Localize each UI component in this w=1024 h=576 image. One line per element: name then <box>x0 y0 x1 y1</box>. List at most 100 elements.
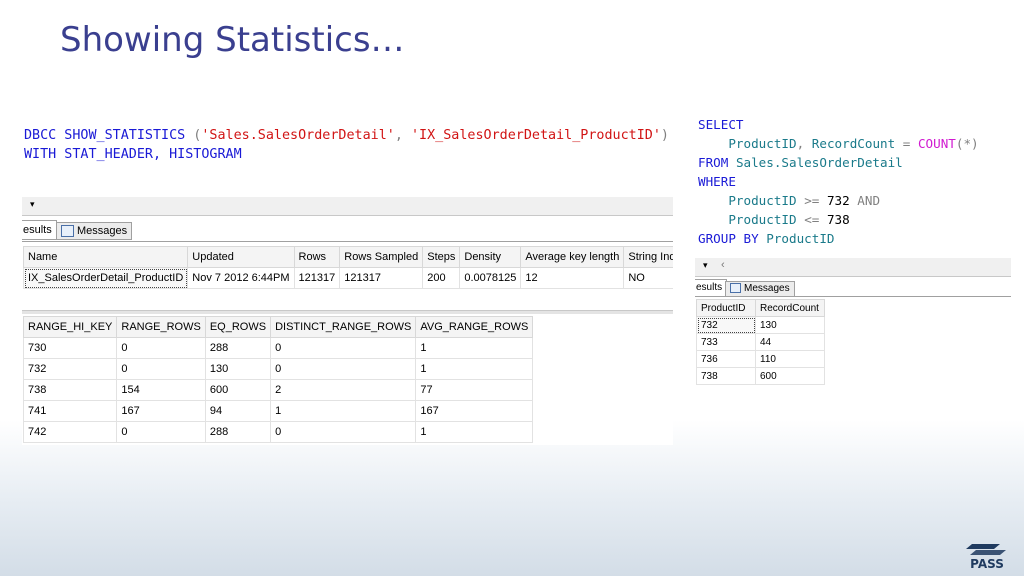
right-sql-code: SELECT ProductID, RecordCount = COUNT(*)… <box>698 115 979 248</box>
table-cell[interactable]: 0 <box>116 421 206 443</box>
table-row[interactable]: 732 0 130 0 1 <box>22 358 534 380</box>
table-cell[interactable]: 732 <box>696 316 756 334</box>
sql-comma: , <box>796 136 805 151</box>
table-cell[interactable]: 0 <box>270 421 417 443</box>
tab-results-label: esults <box>696 282 723 293</box>
table-cell[interactable]: 130 <box>204 358 272 380</box>
table-cell[interactable]: 167 <box>415 400 534 422</box>
sql-with-clause: WITH STAT_HEADER, HISTOGRAM <box>24 147 242 162</box>
column-header[interactable]: RANGE_ROWS <box>116 316 206 338</box>
grid-splitter[interactable] <box>22 310 673 314</box>
dropdown-arrow-icon[interactable]: ▾ <box>30 199 35 210</box>
pass-logo: PASS <box>964 542 1010 571</box>
tab-results[interactable]: esults <box>22 220 57 240</box>
table-cell[interactable]: 738 <box>696 367 756 385</box>
table-cell[interactable]: 732 <box>22 358 118 380</box>
tab-messages[interactable]: Messages <box>56 222 133 240</box>
sql-select: SELECT <box>698 117 744 132</box>
table-cell[interactable]: 44 <box>755 333 825 351</box>
sql-eq: = <box>902 136 911 151</box>
table-cell[interactable]: 167 <box>116 400 206 422</box>
table-row[interactable]: 732 130 <box>696 316 825 334</box>
results-tabs: esults Messages <box>22 220 673 240</box>
table-cell[interactable]: 110 <box>755 350 825 368</box>
table-cell[interactable]: NO <box>623 267 673 289</box>
table-cell[interactable]: 130 <box>755 316 825 334</box>
column-header[interactable]: AVG_RANGE_ROWS <box>415 316 534 338</box>
column-header[interactable]: Rows <box>293 246 341 268</box>
column-header[interactable]: String Index <box>623 246 673 268</box>
sql-count-arg: (*) <box>955 136 979 151</box>
table-row[interactable]: IX_SalesOrderDetail_ProductID Nov 7 2012… <box>22 267 673 289</box>
table-cell[interactable]: 2 <box>270 379 417 401</box>
messages-icon <box>61 225 74 238</box>
sql-gte: >= <box>804 193 820 208</box>
table-row[interactable]: 741 167 94 1 167 <box>22 400 534 422</box>
column-header[interactable]: Density <box>459 246 522 268</box>
table-cell[interactable]: 0 <box>270 337 417 359</box>
column-header[interactable]: Rows Sampled <box>339 246 424 268</box>
table-cell[interactable]: 1 <box>415 421 534 443</box>
stat-header-table: Name Updated Rows Rows Sampled Steps Den… <box>22 246 673 289</box>
column-header[interactable]: RANGE_HI_KEY <box>22 316 118 338</box>
table-header-row: ProductID RecordCount <box>696 299 825 317</box>
table-row[interactable]: 738 600 <box>696 367 825 385</box>
sql-string-table: 'Sales.SalesOrderDetail' <box>201 128 395 143</box>
left-results-panel: ▾ esults Messages Name Updated Rows Rows… <box>22 197 673 445</box>
table-cell[interactable]: 77 <box>415 379 534 401</box>
sql-comma: , <box>394 128 411 143</box>
sql-count-fn: COUNT <box>917 136 956 151</box>
table-row[interactable]: 742 0 288 0 1 <box>22 421 534 443</box>
table-cell[interactable]: 600 <box>204 379 272 401</box>
table-row[interactable]: 738 154 600 2 77 <box>22 379 534 401</box>
table-row[interactable]: 736 110 <box>696 350 825 368</box>
column-header[interactable]: Average key length <box>520 246 625 268</box>
column-header[interactable]: Steps <box>422 246 461 268</box>
slide-title: Showing Statistics… <box>60 20 405 60</box>
table-row[interactable]: 733 44 <box>696 333 825 351</box>
sql-value: 738 <box>826 212 850 227</box>
table-cell[interactable]: 121317 <box>339 267 424 289</box>
sql-groupby-col: ProductID <box>766 231 835 246</box>
column-header[interactable]: Updated <box>187 246 295 268</box>
table-cell[interactable]: 1 <box>415 358 534 380</box>
table-cell[interactable]: 12 <box>520 267 625 289</box>
table-cell[interactable]: 730 <box>22 337 118 359</box>
table-cell[interactable]: 0 <box>270 358 417 380</box>
table-cell[interactable]: 0 <box>116 337 206 359</box>
column-header[interactable]: EQ_ROWS <box>204 316 272 338</box>
tab-messages[interactable]: Messages <box>725 281 795 297</box>
column-header[interactable]: ProductID <box>696 299 756 317</box>
table-cell[interactable]: 94 <box>204 400 272 422</box>
tab-messages-label: Messages <box>744 283 790 294</box>
table-cell[interactable]: 288 <box>204 337 272 359</box>
results-toolbar: ▾ ‹ <box>695 258 1011 277</box>
table-cell[interactable]: 742 <box>22 421 118 443</box>
table-cell[interactable]: 1 <box>415 337 534 359</box>
table-cell[interactable]: 1 <box>270 400 417 422</box>
table-cell[interactable]: 600 <box>755 367 825 385</box>
table-cell[interactable]: 736 <box>696 350 756 368</box>
table-cell[interactable]: 0 <box>116 358 206 380</box>
table-cell[interactable]: 121317 <box>293 267 341 289</box>
table-cell[interactable]: Nov 7 2012 6:44PM <box>187 267 295 289</box>
tab-messages-label: Messages <box>77 225 128 237</box>
table-cell[interactable]: 0.0078125 <box>459 267 522 289</box>
tab-results-label: esults <box>23 224 52 236</box>
column-header[interactable]: Name <box>22 246 189 268</box>
tab-results[interactable]: esults <box>695 279 728 297</box>
tabs-divider <box>695 296 1011 297</box>
column-header[interactable]: DISTINCT_RANGE_ROWS <box>270 316 417 338</box>
table-cell[interactable]: 200 <box>422 267 461 289</box>
table-cell[interactable]: 733 <box>696 333 756 351</box>
table-cell[interactable]: 738 <box>22 379 118 401</box>
column-header[interactable]: RecordCount <box>755 299 825 317</box>
table-cell[interactable]: 288 <box>204 421 272 443</box>
table-row[interactable]: 730 0 288 0 1 <box>22 337 534 359</box>
table-header-row: Name Updated Rows Rows Sampled Steps Den… <box>22 246 673 268</box>
table-cell[interactable]: 741 <box>22 400 118 422</box>
table-cell[interactable]: 154 <box>116 379 206 401</box>
dropdown-arrow-icon[interactable]: ▾ <box>703 260 708 271</box>
table-cell[interactable]: IX_SalesOrderDetail_ProductID <box>22 267 189 289</box>
scroll-left-icon[interactable]: ‹ <box>721 259 725 271</box>
